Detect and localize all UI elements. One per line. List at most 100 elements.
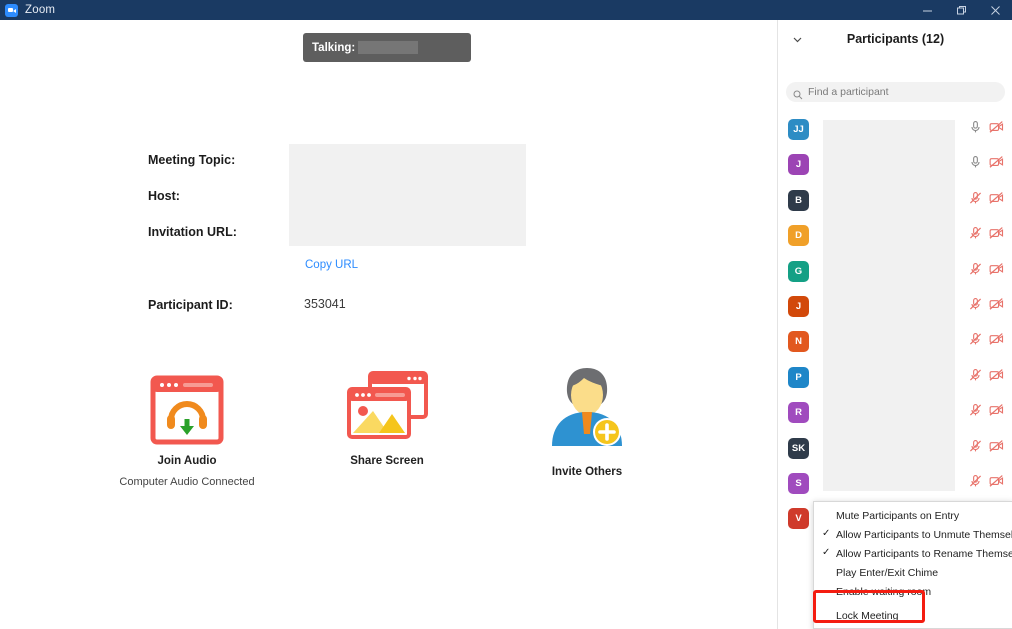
participant-row-icons <box>969 120 1004 139</box>
participant-row-icons <box>969 474 1004 493</box>
microphone-muted-icon[interactable] <box>969 368 982 387</box>
participant-row[interactable]: R <box>778 395 1012 430</box>
participant-row[interactable]: J <box>778 289 1012 324</box>
video-off-icon[interactable] <box>989 474 1004 493</box>
video-off-icon[interactable] <box>989 368 1004 387</box>
participant-row-icons <box>969 332 1004 351</box>
menu-item-allow-participants-to-unmute-themselves[interactable]: ✓ Allow Participants to Unmute Themselves <box>814 525 1012 544</box>
menu-item-lock-meeting[interactable]: Lock Meeting <box>814 606 1012 625</box>
participant-row[interactable]: B <box>778 183 1012 218</box>
invite-others-button[interactable]: Invite Others <box>508 360 666 478</box>
menu-item-label: Lock Meeting <box>836 609 899 622</box>
avatar: G <box>788 260 809 282</box>
participant-row[interactable]: N <box>778 324 1012 359</box>
person-plus-icon <box>508 360 666 458</box>
search-participant-input[interactable]: Find a participant <box>786 82 1005 102</box>
avatar: J <box>788 154 809 176</box>
participant-row[interactable]: SK <box>778 431 1012 466</box>
menu-item-label: Enable waiting room <box>836 585 932 598</box>
microphone-muted-icon[interactable] <box>969 403 982 422</box>
participant-row[interactable]: D <box>778 218 1012 253</box>
video-off-icon[interactable] <box>989 191 1004 210</box>
share-screen-button[interactable]: Share Screen <box>308 365 466 467</box>
participant-options-menu[interactable]: Mute Participants on Entry ✓ Allow Partici… <box>813 501 1012 629</box>
microphone-icon[interactable] <box>969 155 982 174</box>
participant-row[interactable]: JJ <box>778 112 1012 147</box>
invite-others-label: Invite Others <box>551 466 623 478</box>
microphone-muted-icon[interactable] <box>969 332 982 351</box>
headphones-window-icon <box>108 365 266 447</box>
participant-row[interactable]: J <box>778 147 1012 182</box>
avatar: B <box>788 189 809 211</box>
participant-id-label: Participant ID: <box>148 298 233 312</box>
participants-list[interactable]: JJ J B D G J N P R SK S V <box>778 112 1012 530</box>
join-audio-label: Join Audio <box>157 455 217 467</box>
microphone-icon[interactable] <box>969 120 982 139</box>
participant-row-icons <box>969 262 1004 281</box>
menu-item-mute-participants-on-entry[interactable]: Mute Participants on Entry <box>814 506 1012 525</box>
participants-title: Participants (12) <box>846 32 945 46</box>
participant-row-icons <box>969 368 1004 387</box>
menu-item-label: Allow Participants to Unmute Themselves <box>836 528 1012 541</box>
join-audio-button[interactable]: Join Audio Computer Audio Connected <box>108 365 266 488</box>
participant-row[interactable]: S <box>778 466 1012 501</box>
video-off-icon[interactable] <box>989 120 1004 139</box>
chevron-down-icon[interactable] <box>790 32 804 46</box>
participant-row-icons <box>969 439 1004 458</box>
avatar: JJ <box>788 119 809 140</box>
microphone-muted-icon[interactable] <box>969 191 982 210</box>
participants-panel-header: Participants (12) <box>778 20 1012 58</box>
menu-item-label: Play Enter/Exit Chime <box>836 566 939 579</box>
participant-row-icons <box>969 297 1004 316</box>
participant-row[interactable]: G <box>778 254 1012 289</box>
host-label: Host: <box>148 189 180 203</box>
avatar: V <box>788 508 809 530</box>
minimize-icon[interactable] <box>910 0 944 20</box>
video-off-icon[interactable] <box>989 439 1004 458</box>
share-screen-label: Share Screen <box>350 455 424 467</box>
meeting-topic-label: Meeting Topic: <box>148 153 236 167</box>
restore-icon[interactable] <box>944 0 978 20</box>
video-off-icon[interactable] <box>989 403 1004 422</box>
invitation-url-label: Invitation URL: <box>148 225 237 239</box>
microphone-muted-icon[interactable] <box>969 474 982 493</box>
video-off-icon[interactable] <box>989 262 1004 281</box>
window-controls <box>910 0 1012 20</box>
participant-row-icons <box>969 403 1004 422</box>
check-icon: ✓ <box>822 547 831 558</box>
talking-label: Talking: <box>312 41 356 54</box>
talking-banner: Talking: <box>303 33 471 62</box>
microphone-muted-icon[interactable] <box>969 226 982 245</box>
zoom-camera-icon <box>5 3 18 17</box>
microphone-muted-icon[interactable] <box>969 262 982 281</box>
search-placeholder: Find a participant <box>808 86 889 98</box>
menu-item-allow-participants-to-rename-themselves[interactable]: ✓ Allow Participants to Rename Themselves <box>814 544 1012 563</box>
avatar: J <box>788 296 809 317</box>
menu-item-enable-waiting-room[interactable]: Enable waiting room <box>814 582 1012 601</box>
meeting-stage: Talking: Meeting Topic: Host: Invitation… <box>0 20 777 629</box>
share-screen-windows-icon <box>308 365 466 447</box>
video-off-icon[interactable] <box>989 155 1004 174</box>
video-off-icon[interactable] <box>989 332 1004 351</box>
talking-speaker-redacted <box>358 41 419 54</box>
menu-item-play-enter-exit-chime[interactable]: Play Enter/Exit Chime <box>814 563 1012 582</box>
participants-panel: Participants (12) Find a participant JJ J… <box>777 20 1012 629</box>
participant-row-icons <box>969 226 1004 245</box>
close-icon[interactable] <box>978 0 1012 20</box>
microphone-muted-icon[interactable] <box>969 439 982 458</box>
participant-row-icons <box>969 191 1004 210</box>
meeting-info-redacted-values <box>289 144 526 246</box>
menu-item-label: Mute Participants on Entry <box>836 509 960 522</box>
video-off-icon[interactable] <box>989 297 1004 316</box>
avatar: SK <box>788 437 809 459</box>
check-icon: ✓ <box>822 528 831 539</box>
microphone-muted-icon[interactable] <box>969 297 982 316</box>
avatar: R <box>788 402 809 424</box>
window-title: Zoom <box>25 4 56 16</box>
video-off-icon[interactable] <box>989 226 1004 245</box>
menu-item-label: Allow Participants to Rename Themselves <box>836 547 1012 560</box>
participant-row[interactable]: P <box>778 360 1012 395</box>
avatar: P <box>788 366 809 388</box>
copy-url-link[interactable]: Copy URL <box>305 259 358 271</box>
avatar: D <box>788 225 809 247</box>
